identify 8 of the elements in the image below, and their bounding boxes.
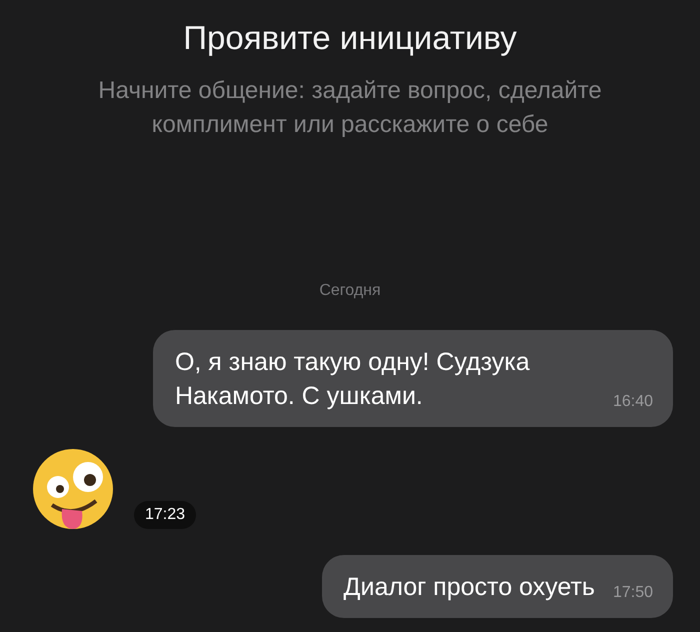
subtitle: Начните общение: задайте вопрос, сделайте комплимент или расскажите о себе bbox=[97, 76, 603, 140]
message-text: Диалог просто охуеть bbox=[344, 572, 595, 603]
message-time: 17:23 bbox=[134, 501, 196, 529]
message-time: 17:50 bbox=[612, 584, 653, 602]
message-time: 16:40 bbox=[612, 393, 653, 411]
message-text: О, я знаю такую одну! Судзука Накамото. С ушками. bbox=[174, 347, 531, 412]
date-divider: Сегодня bbox=[319, 282, 381, 300]
title: Проявите инициативу bbox=[183, 18, 517, 58]
